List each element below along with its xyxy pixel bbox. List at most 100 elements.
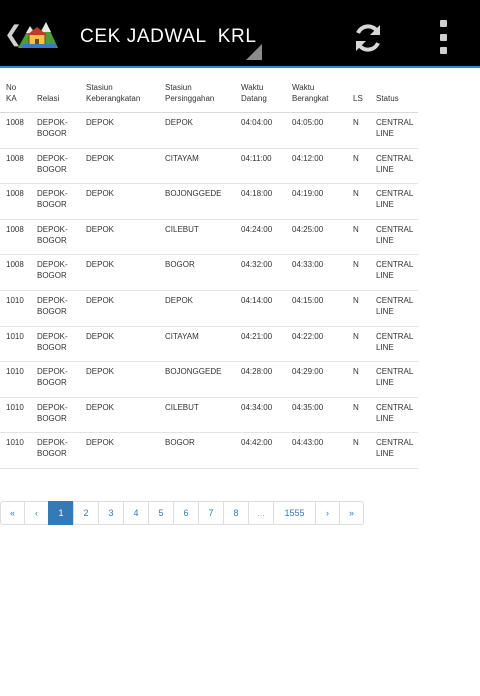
cell-persinggahan: DEPOK	[159, 112, 235, 149]
page-button-3[interactable]: 3	[98, 501, 124, 525]
cell-relasi: DEPOK- BOGOR	[31, 148, 80, 185]
cell-no-ka: 1008	[0, 112, 31, 149]
cell-waktu-berangkat: 04:29:00	[286, 361, 347, 398]
cell-relasi: DEPOK- BOGOR	[31, 112, 80, 149]
page-button-5[interactable]: 5	[148, 501, 174, 525]
cell-persinggahan: BOGOR	[159, 254, 235, 291]
last-page-number-button[interactable]: 1555	[273, 501, 316, 525]
last-page-button[interactable]: »	[339, 501, 364, 525]
cell-ls: N	[347, 326, 370, 363]
cell-ls: N	[347, 432, 370, 469]
cell-waktu-berangkat: 04:35:00	[286, 397, 347, 434]
cell-ls: N	[347, 361, 370, 398]
page-button-1[interactable]: 1	[48, 501, 74, 525]
page-button-4[interactable]: 4	[123, 501, 149, 525]
next-page-button[interactable]: ›	[315, 501, 340, 525]
cell-waktu-datang: 04:32:00	[235, 254, 286, 291]
table-row: 1010 DEPOK- BOGOR DEPOK CITAYAM 04:21:00 …	[0, 326, 418, 363]
cell-persinggahan: CILEBUT	[159, 219, 235, 256]
cell-status: CENTRAL LINE	[370, 148, 418, 185]
cell-persinggahan: CITAYAM	[159, 148, 235, 185]
refresh-icon[interactable]	[350, 20, 386, 56]
table-row: 1010 DEPOK- BOGOR DEPOK BOJONGGEDE 04:28:…	[0, 361, 418, 398]
cell-ls: N	[347, 219, 370, 256]
header-relasi: Relasi	[31, 78, 80, 113]
page-button-7[interactable]: 7	[198, 501, 224, 525]
cell-relasi: DEPOK- BOGOR	[31, 361, 80, 398]
cell-no-ka: 1010	[0, 432, 31, 469]
cell-no-ka: 1008	[0, 219, 31, 256]
cell-ls: N	[347, 183, 370, 220]
page-button-6[interactable]: 6	[173, 501, 199, 525]
page-ellipsis: ...	[248, 501, 274, 525]
cell-ls: N	[347, 254, 370, 291]
header-stasiun-persinggahan: Stasiun Persinggahan	[159, 78, 235, 113]
page-button-2[interactable]: 2	[73, 501, 99, 525]
cell-persinggahan: CITAYAM	[159, 326, 235, 363]
cell-waktu-berangkat: 04:22:00	[286, 326, 347, 363]
cell-keberangkatan: DEPOK	[80, 290, 159, 327]
schedule-table: No KA Relasi Stasiun Keberangkatan Stasiun…	[0, 78, 418, 469]
cell-no-ka: 1010	[0, 397, 31, 434]
cell-no-ka: 1010	[0, 361, 31, 398]
cell-keberangkatan: DEPOK	[80, 112, 159, 149]
cell-relasi: DEPOK- BOGOR	[31, 432, 80, 469]
cell-status: CENTRAL LINE	[370, 112, 418, 149]
cell-persinggahan: BOJONGGEDE	[159, 361, 235, 398]
cell-ls: N	[347, 148, 370, 185]
title-spinner-indicator[interactable]	[246, 44, 262, 60]
cell-persinggahan: BOGOR	[159, 432, 235, 469]
action-bar: ❮ CEK JADWAL KRL	[0, 0, 480, 68]
cell-waktu-datang: 04:21:00	[235, 326, 286, 363]
cell-waktu-berangkat: 04:33:00	[286, 254, 347, 291]
pagination: « ‹ 1 2 3 4 5 6 7 8 ... 1555 › »	[0, 501, 364, 525]
cell-no-ka: 1010	[0, 290, 31, 327]
cell-keberangkatan: DEPOK	[80, 183, 159, 220]
cell-persinggahan: BOJONGGEDE	[159, 183, 235, 220]
cell-waktu-berangkat: 04:25:00	[286, 219, 347, 256]
cell-keberangkatan: DEPOK	[80, 361, 159, 398]
cell-keberangkatan: DEPOK	[80, 326, 159, 363]
overflow-dot	[439, 47, 447, 54]
cell-waktu-datang: 04:11:00	[235, 148, 286, 185]
table-row: 1008 DEPOK- BOGOR DEPOK CILEBUT 04:24:00 …	[0, 219, 418, 256]
cell-relasi: DEPOK- BOGOR	[31, 183, 80, 220]
cell-keberangkatan: DEPOK	[80, 254, 159, 291]
cell-relasi: DEPOK- BOGOR	[31, 219, 80, 256]
cell-waktu-datang: 04:24:00	[235, 219, 286, 256]
table-row: 1008 DEPOK- BOGOR DEPOK CITAYAM 04:11:00 …	[0, 148, 418, 185]
app-title: CEK JADWAL KRL	[80, 26, 257, 47]
cell-no-ka: 1008	[0, 148, 31, 185]
cell-relasi: DEPOK- BOGOR	[31, 326, 80, 363]
cell-waktu-datang: 04:42:00	[235, 432, 286, 469]
app-logo-icon[interactable]	[16, 14, 60, 52]
overflow-dot	[439, 33, 447, 41]
cell-keberangkatan: DEPOK	[80, 148, 159, 185]
header-status: Status	[370, 78, 418, 113]
header-stasiun-keberangkatan: Stasiun Keberangkatan	[80, 78, 159, 113]
page-button-8[interactable]: 8	[223, 501, 249, 525]
prev-page-button[interactable]: ‹	[24, 501, 49, 525]
header-no-ka: No KA	[0, 78, 31, 113]
cell-waktu-datang: 04:04:00	[235, 112, 286, 149]
table-header-row: No KA Relasi Stasiun Keberangkatan Stasiun…	[0, 78, 418, 113]
cell-no-ka: 1008	[0, 254, 31, 291]
table-row: 1010 DEPOK- BOGOR DEPOK CILEBUT 04:34:00 …	[0, 397, 418, 434]
cell-status: CENTRAL LINE	[370, 361, 418, 398]
cell-waktu-datang: 04:18:00	[235, 183, 286, 220]
cell-keberangkatan: DEPOK	[80, 432, 159, 469]
cell-relasi: DEPOK- BOGOR	[31, 254, 80, 291]
cell-waktu-berangkat: 04:12:00	[286, 148, 347, 185]
action-bar-accent-line	[0, 66, 480, 68]
header-waktu-datang: Waktu Datang	[235, 78, 286, 113]
cell-ls: N	[347, 397, 370, 434]
cell-relasi: DEPOK- BOGOR	[31, 290, 80, 327]
first-page-button[interactable]: «	[0, 501, 25, 525]
overflow-menu-icon[interactable]	[434, 20, 452, 54]
cell-status: CENTRAL LINE	[370, 326, 418, 363]
cell-no-ka: 1008	[0, 183, 31, 220]
cell-persinggahan: DEPOK	[159, 290, 235, 327]
cell-waktu-datang: 04:34:00	[235, 397, 286, 434]
header-ls: LS	[347, 78, 370, 113]
cell-status: CENTRAL LINE	[370, 397, 418, 434]
